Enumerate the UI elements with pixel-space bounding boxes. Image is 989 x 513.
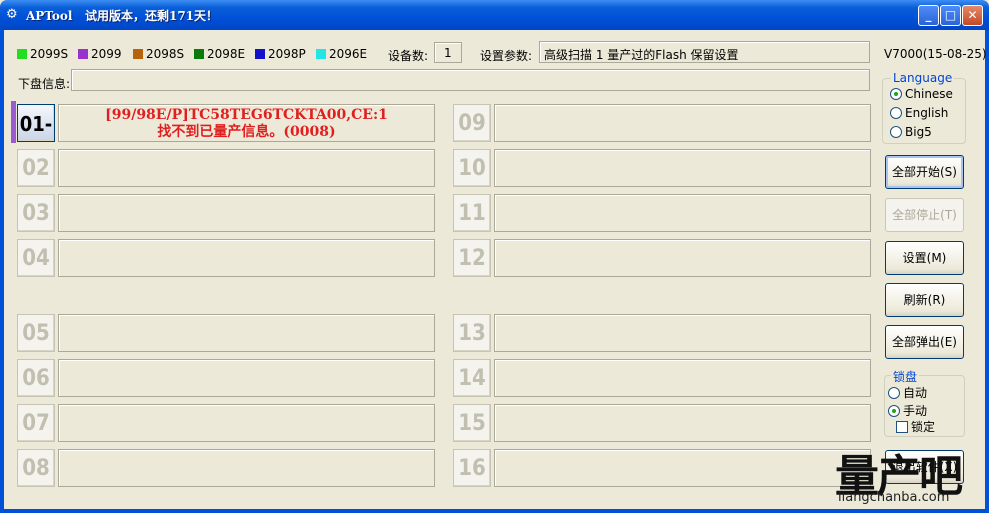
usb-app-icon: ⚙	[6, 7, 18, 22]
version-label: V7000(15-08-25)	[884, 47, 987, 61]
port-11-status	[494, 194, 871, 232]
port-08-status	[58, 449, 435, 487]
language-option-label: Big5	[905, 125, 932, 139]
lock-checkbox-label: 锁定	[911, 420, 936, 434]
legend-label: 2099	[91, 47, 122, 61]
device-count-field: 1	[434, 42, 462, 63]
legend-label: 2098P	[268, 47, 306, 61]
legend-swatch	[255, 49, 265, 59]
port-01-status-line1: [99/98E/P]TC58TEG6TCKTA00,CE:1	[105, 107, 388, 123]
settings-value: 高级扫描 1 量产过的Flash 保留设置	[544, 48, 739, 62]
checkbox-icon	[896, 420, 908, 433]
watermark-url: liangchanba.com	[838, 490, 950, 505]
radio-icon	[890, 107, 902, 119]
port-13-button[interactable]: 13	[453, 314, 491, 352]
lock-manual-radio[interactable]: 手动	[888, 402, 927, 419]
port-06-status	[58, 359, 435, 397]
active-port-marker	[11, 101, 16, 143]
language-option-english[interactable]: English	[890, 106, 948, 120]
legend-label: 2096E	[329, 47, 368, 61]
legend-label: 2098E	[207, 47, 246, 61]
legend-swatch	[17, 49, 27, 59]
download-info-label: 下盘信息:	[18, 77, 71, 91]
legend-item: 2096E	[316, 47, 367, 61]
lock-auto-radio[interactable]: 自动	[888, 384, 927, 401]
language-option-big5[interactable]: Big5	[890, 125, 932, 139]
legend-label: 2099S	[30, 47, 69, 61]
port-07-status	[58, 404, 435, 442]
legend-item: 2099	[78, 47, 122, 61]
port-12-status	[494, 239, 871, 277]
language-group-title: Language	[891, 71, 955, 85]
port-04-button[interactable]: 04	[17, 239, 55, 277]
port-15-button[interactable]: 15	[453, 404, 491, 442]
lock-auto-label: 自动	[903, 386, 928, 400]
port-15-status	[494, 404, 871, 442]
language-option-label: English	[905, 106, 949, 120]
settings-label: 设置参数:	[480, 49, 533, 63]
radio-icon	[888, 386, 900, 399]
window-frame-right	[985, 30, 989, 513]
port-02-button[interactable]: 02	[17, 149, 55, 187]
port-12-button[interactable]: 12	[453, 239, 491, 277]
legend-item: 2098P	[255, 47, 306, 61]
lock-group-title: 锁盘	[891, 368, 920, 385]
close-button[interactable]: ✕	[962, 5, 983, 26]
port-08-button[interactable]: 08	[17, 449, 55, 487]
legend-swatch	[133, 49, 143, 59]
lock-checkbox[interactable]: 锁定	[896, 418, 935, 435]
legend-item: 2098E	[194, 47, 245, 61]
device-count-label: 设备数:	[388, 49, 429, 63]
port-04-status	[58, 239, 435, 277]
port-10-button[interactable]: 10	[453, 149, 491, 187]
port-07-button[interactable]: 07	[17, 404, 55, 442]
port-05-status	[58, 314, 435, 352]
port-06-button[interactable]: 06	[17, 359, 55, 397]
radio-selected-icon	[888, 404, 900, 417]
radio-selected-icon	[890, 88, 902, 100]
language-option-chinese[interactable]: Chinese	[890, 87, 953, 101]
title-bar: ⚙ APTool 试用版本，还剩171天！ _ □ ✕	[0, 0, 989, 30]
legend-swatch	[194, 49, 204, 59]
window-title: APTool 试用版本，还剩171天！	[26, 9, 219, 23]
device-count-value: 1	[444, 46, 452, 60]
language-option-label: Chinese	[905, 87, 953, 101]
port-13-status	[494, 314, 871, 352]
legend-swatch	[78, 49, 88, 59]
legend-item: 2098S	[133, 47, 184, 61]
settings-field: 高级扫描 1 量产过的Flash 保留设置	[539, 41, 870, 63]
port-16-status	[494, 449, 871, 487]
legend-item: 2099S	[17, 47, 68, 61]
settings-button[interactable]: 设置(M)	[885, 241, 964, 275]
port-10-status	[494, 149, 871, 187]
start-all-button[interactable]: 全部开始(S)	[885, 155, 964, 189]
port-02-status	[58, 149, 435, 187]
port-14-button[interactable]: 14	[453, 359, 491, 397]
port-09-button[interactable]: 09	[453, 104, 491, 142]
refresh-button[interactable]: 刷新(R)	[885, 283, 964, 317]
legend-label: 2098S	[146, 47, 185, 61]
port-01-status: [99/98E/P]TC58TEG6TCKTA00,CE:1 找不到已量产信息。…	[58, 104, 435, 142]
download-info-field	[71, 69, 870, 91]
maximize-button[interactable]: □	[940, 5, 961, 26]
port-01-status-line2: 找不到已量产信息。(0008)	[157, 124, 336, 140]
stop-all-button[interactable]: 全部停止(T)	[885, 198, 964, 232]
eject-all-button[interactable]: 全部弹出(E)	[885, 325, 964, 359]
port-01-button[interactable]: 01-E	[17, 104, 55, 174]
port-11-button[interactable]: 11	[453, 194, 491, 232]
minimize-button[interactable]: _	[918, 5, 939, 26]
legend-swatch	[316, 49, 326, 59]
window-frame-left	[0, 30, 4, 513]
port-03-status	[58, 194, 435, 232]
radio-icon	[890, 126, 902, 138]
port-03-button[interactable]: 03	[17, 194, 55, 232]
window-frame-bottom	[0, 509, 989, 513]
port-09-status	[494, 104, 871, 142]
lock-manual-label: 手动	[903, 404, 928, 418]
port-14-status	[494, 359, 871, 397]
port-05-button[interactable]: 05	[17, 314, 55, 352]
port-16-button[interactable]: 16	[453, 449, 491, 487]
